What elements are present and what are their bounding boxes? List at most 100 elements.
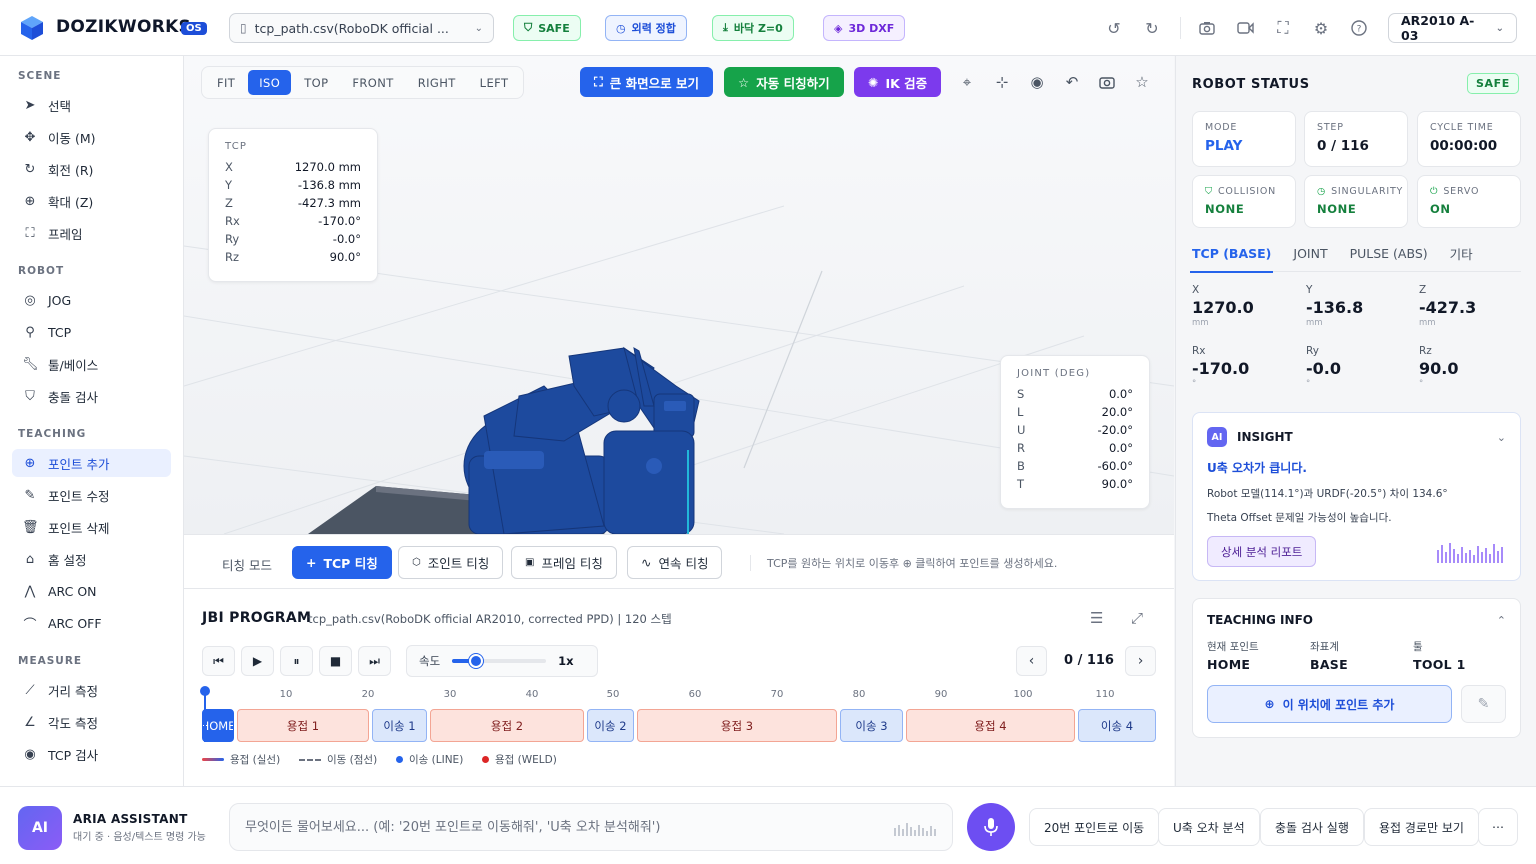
sidebar-item-tool-base[interactable]: 🔧︎ 툴/베이스 (12, 350, 171, 378)
tab-left[interactable]: LEFT (469, 70, 520, 95)
quick-action-weld-path-only[interactable]: 용접 경로만 보기 (1364, 808, 1479, 846)
tab-iso[interactable]: ISO (248, 70, 292, 95)
legend-label: 용접 (WELD) (495, 754, 557, 766)
stat-value: NONE (1317, 202, 1357, 216)
play-button[interactable]: ▶ (241, 646, 274, 676)
microphone-button[interactable] (967, 803, 1015, 851)
sidebar-item-jog[interactable]: ◎ JOG (12, 286, 171, 314)
continuous-teach-button[interactable]: ∿ 연속 티칭 (627, 546, 723, 579)
sidebar-item-distance[interactable]: ⟋ 거리 측정 (12, 676, 171, 704)
tab-fit[interactable]: FIT (206, 70, 246, 95)
floor-pill[interactable]: ⤓ 바닥 Z=0 (712, 15, 794, 41)
sidebar-item-select[interactable]: ➤ 선택 (12, 91, 171, 119)
detail-report-button[interactable]: 상세 분석 리포트 (1207, 536, 1317, 567)
edit-point-button[interactable]: ✎ (1461, 685, 1506, 723)
speed-label: 속도 (419, 654, 441, 668)
chevron-up-icon[interactable]: ⌃ (1497, 614, 1506, 627)
eye-icon[interactable]: ◉ (1026, 71, 1048, 93)
skip-forward-button[interactable]: ⏭ (358, 646, 391, 676)
tab-right[interactable]: RIGHT (407, 70, 467, 95)
expand-icon[interactable]: ⤢ (1131, 609, 1143, 627)
quick-action-move-to-20[interactable]: 20번 포인트로 이동 (1029, 808, 1160, 846)
file-select[interactable]: ▯ tcp_path.csv(RoboDK official ... ⌄ (229, 13, 494, 43)
speed-slider[interactable] (452, 654, 547, 668)
camera-icon[interactable] (1096, 71, 1118, 93)
ruler-icon: ⟋ (25, 682, 35, 698)
3d-viewport[interactable]: FIT ISO TOP FRONT RIGHT LEFT ⛶ 큰 화면으로 보기… (184, 56, 1174, 534)
sidebar-item-arc-off[interactable]: ⌒ ARC OFF (12, 609, 171, 637)
pause-button[interactable]: ⏸ (280, 646, 313, 676)
undo-icon[interactable]: ↺ (1103, 17, 1125, 39)
timeline-segment-weld-3[interactable]: 용접 3 (637, 709, 837, 742)
tab-front[interactable]: FRONT (341, 70, 404, 95)
sidebar-item-home[interactable]: ⌂ 홈 설정 (12, 545, 171, 573)
plus-circle-icon: ⊕ (24, 455, 36, 471)
sidebar-item-add-point[interactable]: ⊕ 포인트 추가 (12, 449, 171, 477)
sidebar-item-tcp-check[interactable]: ◉ TCP 검사 (12, 740, 171, 768)
sidebar-item-frame[interactable]: ⛶ 프레임 (12, 219, 171, 247)
gear-icon[interactable]: ⚙ (1310, 17, 1332, 39)
stop-button[interactable]: ■ (319, 646, 352, 676)
timeline-segment-move-2[interactable]: 이송 2 (587, 709, 634, 742)
tab-top[interactable]: TOP (293, 70, 339, 95)
camera-icon[interactable] (1196, 17, 1218, 39)
timeline-playhead-handle[interactable] (200, 686, 210, 696)
next-step-button[interactable]: › (1125, 646, 1156, 676)
voice-level-icon (894, 823, 936, 836)
timeline-playhead[interactable] (204, 692, 206, 742)
sidebar-item-rotate[interactable]: ↻ 회전 (R) (12, 155, 171, 183)
sidebar-item-edit-point[interactable]: ✎ 포인트 수정 (12, 481, 171, 509)
chat-input[interactable] (245, 804, 885, 850)
quick-action-collision-check[interactable]: 충돌 검사 실행 (1260, 808, 1364, 846)
tcp-teach-button[interactable]: + TCP 티칭 (292, 546, 392, 579)
add-point-here-button[interactable]: ⊕ 이 위치에 포인트 추가 (1207, 685, 1452, 723)
list-icon[interactable]: ☰ (1090, 609, 1103, 627)
auto-teach-button[interactable]: ☆ 자동 티칭하기 (724, 67, 844, 97)
joint-teach-button[interactable]: ⬡ 조인트 티칭 (398, 546, 504, 579)
assistant-name: ARIA ASSISTANT (73, 812, 188, 826)
frame-teach-button[interactable]: ▣ 프레임 티칭 (511, 546, 617, 579)
tab-other[interactable]: 기타 (1450, 242, 1473, 272)
ik-verify-button[interactable]: ✺ IK 검증 (854, 67, 942, 97)
video-icon[interactable] (1234, 17, 1256, 39)
more-button[interactable]: ⋯ (1478, 808, 1518, 846)
timeline-segment-weld-2[interactable]: 용접 2 (430, 709, 584, 742)
timeline-segment-home[interactable]: HOME (202, 709, 234, 742)
sidebar-item-arc-on[interactable]: ⋀ ARC ON (12, 577, 171, 605)
tab-tcp-base[interactable]: TCP (BASE) (1189, 242, 1274, 273)
help-icon[interactable]: ? (1348, 17, 1370, 39)
timeline-segment-weld-1[interactable]: 용접 1 (237, 709, 369, 742)
tab-pulse[interactable]: PULSE (ABS) (1350, 242, 1428, 272)
timeline-segment-weld-4[interactable]: 용접 4 (906, 709, 1075, 742)
layers-icon: ◈ (834, 21, 843, 35)
sidebar-item-collision[interactable]: ⛉ 충돌 검사 (12, 382, 171, 410)
fullscreen-icon[interactable]: ⛶ (1272, 17, 1294, 39)
fullscreen-view-button[interactable]: ⛶ 큰 화면으로 보기 (580, 67, 713, 97)
sidebar-item-angle[interactable]: ∠ 각도 측정 (12, 708, 171, 736)
calibration-pill[interactable]: ◷ 외력 정합 (605, 15, 687, 41)
robot-select[interactable]: AR2010 A-03 ⌄ (1388, 13, 1517, 43)
sidebar-item-delete-point[interactable]: 🗑︎ 포인트 삭제 (12, 513, 171, 541)
sidebar-item-label: 충돌 검사 (48, 389, 98, 405)
skip-back-button[interactable]: ⏮ (202, 646, 235, 676)
crosshair-icon[interactable]: ⌖ (956, 71, 978, 93)
insight-detail-1: Robot 모델(114.1°)과 URDF(-20.5°) 차이 134.6° (1207, 488, 1448, 500)
quick-action-u-axis-analysis[interactable]: U축 오차 분석 (1158, 808, 1260, 846)
timeline-segment-move-3[interactable]: 이송 3 (840, 709, 903, 742)
sidebar-item-move[interactable]: ✥ 이동 (M) (12, 123, 171, 151)
target-icon[interactable]: ⊹ (991, 71, 1013, 93)
section-title-robot: ROBOT (18, 265, 65, 277)
prev-step-button[interactable]: ‹ (1016, 646, 1047, 676)
sidebar-item-zoom[interactable]: ⊕ 확대 (Z) (12, 187, 171, 215)
tab-joint[interactable]: JOINT (1293, 242, 1327, 272)
redo-icon[interactable]: ↻ (1141, 17, 1163, 39)
chevron-down-icon[interactable]: ⌄ (1497, 431, 1506, 444)
speed-slider-handle[interactable] (468, 654, 483, 668)
undo-view-icon[interactable]: ↶ (1061, 71, 1083, 93)
dxf-pill[interactable]: ◈ 3D DXF (823, 15, 906, 41)
sidebar-item-tcp[interactable]: ⚲ TCP (12, 318, 171, 346)
timeline-segment-move-4[interactable]: 이송 4 (1078, 709, 1156, 742)
star-icon[interactable]: ☆ (1131, 71, 1153, 93)
safe-pill[interactable]: ⛉ SAFE (513, 15, 581, 41)
timeline-segment-move-1[interactable]: 이송 1 (372, 709, 427, 742)
